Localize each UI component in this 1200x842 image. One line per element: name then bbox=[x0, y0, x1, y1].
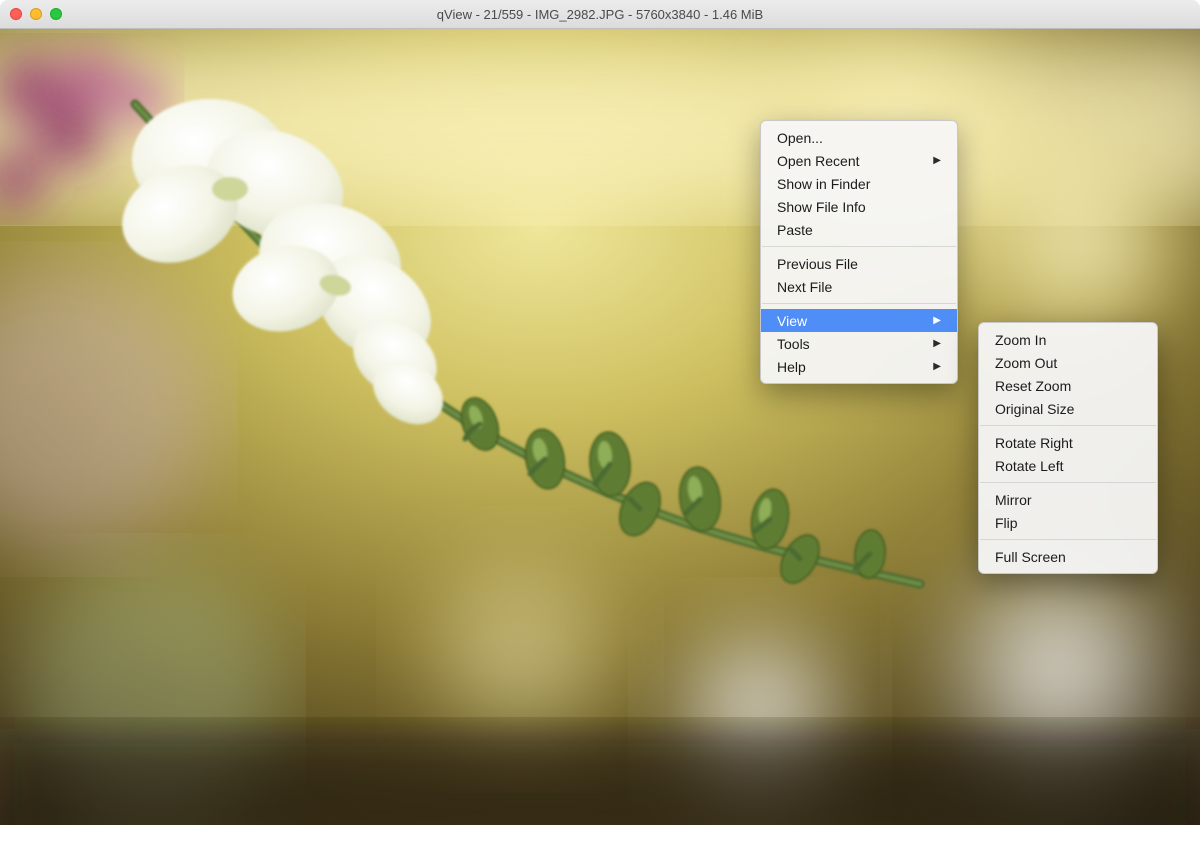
menu-item-view[interactable]: View ▶ bbox=[761, 309, 957, 332]
menu-item-help[interactable]: Help ▶ bbox=[761, 355, 957, 378]
menu-separator bbox=[762, 303, 956, 304]
menu-item-label: Show in Finder bbox=[777, 176, 870, 192]
menu-item-label: Previous File bbox=[777, 256, 858, 272]
menu-item-open-recent[interactable]: Open Recent ▶ bbox=[761, 149, 957, 172]
menu-item-label: Show File Info bbox=[777, 199, 866, 215]
menu-item-label: Rotate Right bbox=[995, 435, 1073, 451]
menu-item-label: Original Size bbox=[995, 401, 1074, 417]
menu-item-label: View bbox=[777, 313, 807, 329]
menu-separator bbox=[762, 246, 956, 247]
menu-item-label: Next File bbox=[777, 279, 832, 295]
window-title: qView - 21/559 - IMG_2982.JPG - 5760x384… bbox=[437, 7, 763, 22]
titlebar: qView - 21/559 - IMG_2982.JPG - 5760x384… bbox=[0, 0, 1200, 29]
menu-item-label: Flip bbox=[995, 515, 1018, 531]
menu-item-previous-file[interactable]: Previous File bbox=[761, 252, 957, 275]
menu-item-reset-zoom[interactable]: Reset Zoom bbox=[979, 374, 1157, 397]
menu-item-zoom-out[interactable]: Zoom Out bbox=[979, 351, 1157, 374]
menu-item-label: Rotate Left bbox=[995, 458, 1064, 474]
menu-item-flip[interactable]: Flip bbox=[979, 511, 1157, 534]
menu-item-label: Full Screen bbox=[995, 549, 1066, 565]
menu-item-label: Reset Zoom bbox=[995, 378, 1071, 394]
fullscreen-button[interactable] bbox=[50, 8, 62, 20]
menu-item-rotate-right[interactable]: Rotate Right bbox=[979, 431, 1157, 454]
menu-separator bbox=[980, 425, 1156, 426]
menu-separator bbox=[980, 482, 1156, 483]
menu-item-label: Open... bbox=[777, 130, 823, 146]
menu-item-label: Open Recent bbox=[777, 153, 860, 169]
menu-item-full-screen[interactable]: Full Screen bbox=[979, 545, 1157, 568]
menu-item-rotate-left[interactable]: Rotate Left bbox=[979, 454, 1157, 477]
menu-item-label: Tools bbox=[777, 336, 810, 352]
minimize-button[interactable] bbox=[30, 8, 42, 20]
menu-item-original-size[interactable]: Original Size bbox=[979, 397, 1157, 420]
app-window: qView - 21/559 - IMG_2982.JPG - 5760x384… bbox=[0, 0, 1200, 824]
menu-item-paste[interactable]: Paste bbox=[761, 218, 957, 241]
submenu-arrow-icon: ▶ bbox=[933, 156, 941, 166]
menu-item-next-file[interactable]: Next File bbox=[761, 275, 957, 298]
context-menu: Open... Open Recent ▶ Show in Finder Sho… bbox=[760, 120, 958, 384]
menu-separator bbox=[980, 539, 1156, 540]
menu-item-label: Help bbox=[777, 359, 806, 375]
menu-item-label: Zoom Out bbox=[995, 355, 1057, 371]
menu-item-open[interactable]: Open... bbox=[761, 126, 957, 149]
submenu-arrow-icon: ▶ bbox=[933, 362, 941, 372]
menu-item-label: Mirror bbox=[995, 492, 1032, 508]
close-button[interactable] bbox=[10, 8, 22, 20]
menu-item-label: Zoom In bbox=[995, 332, 1046, 348]
window-controls bbox=[10, 8, 62, 20]
menu-item-mirror[interactable]: Mirror bbox=[979, 488, 1157, 511]
menu-item-show-file-info[interactable]: Show File Info bbox=[761, 195, 957, 218]
submenu-arrow-icon: ▶ bbox=[933, 339, 941, 349]
menu-item-label: Paste bbox=[777, 222, 813, 238]
menu-item-show-in-finder[interactable]: Show in Finder bbox=[761, 172, 957, 195]
submenu-arrow-icon: ▶ bbox=[933, 316, 941, 326]
view-submenu: Zoom In Zoom Out Reset Zoom Original Siz… bbox=[978, 322, 1158, 574]
menu-item-tools[interactable]: Tools ▶ bbox=[761, 332, 957, 355]
menu-item-zoom-in[interactable]: Zoom In bbox=[979, 328, 1157, 351]
